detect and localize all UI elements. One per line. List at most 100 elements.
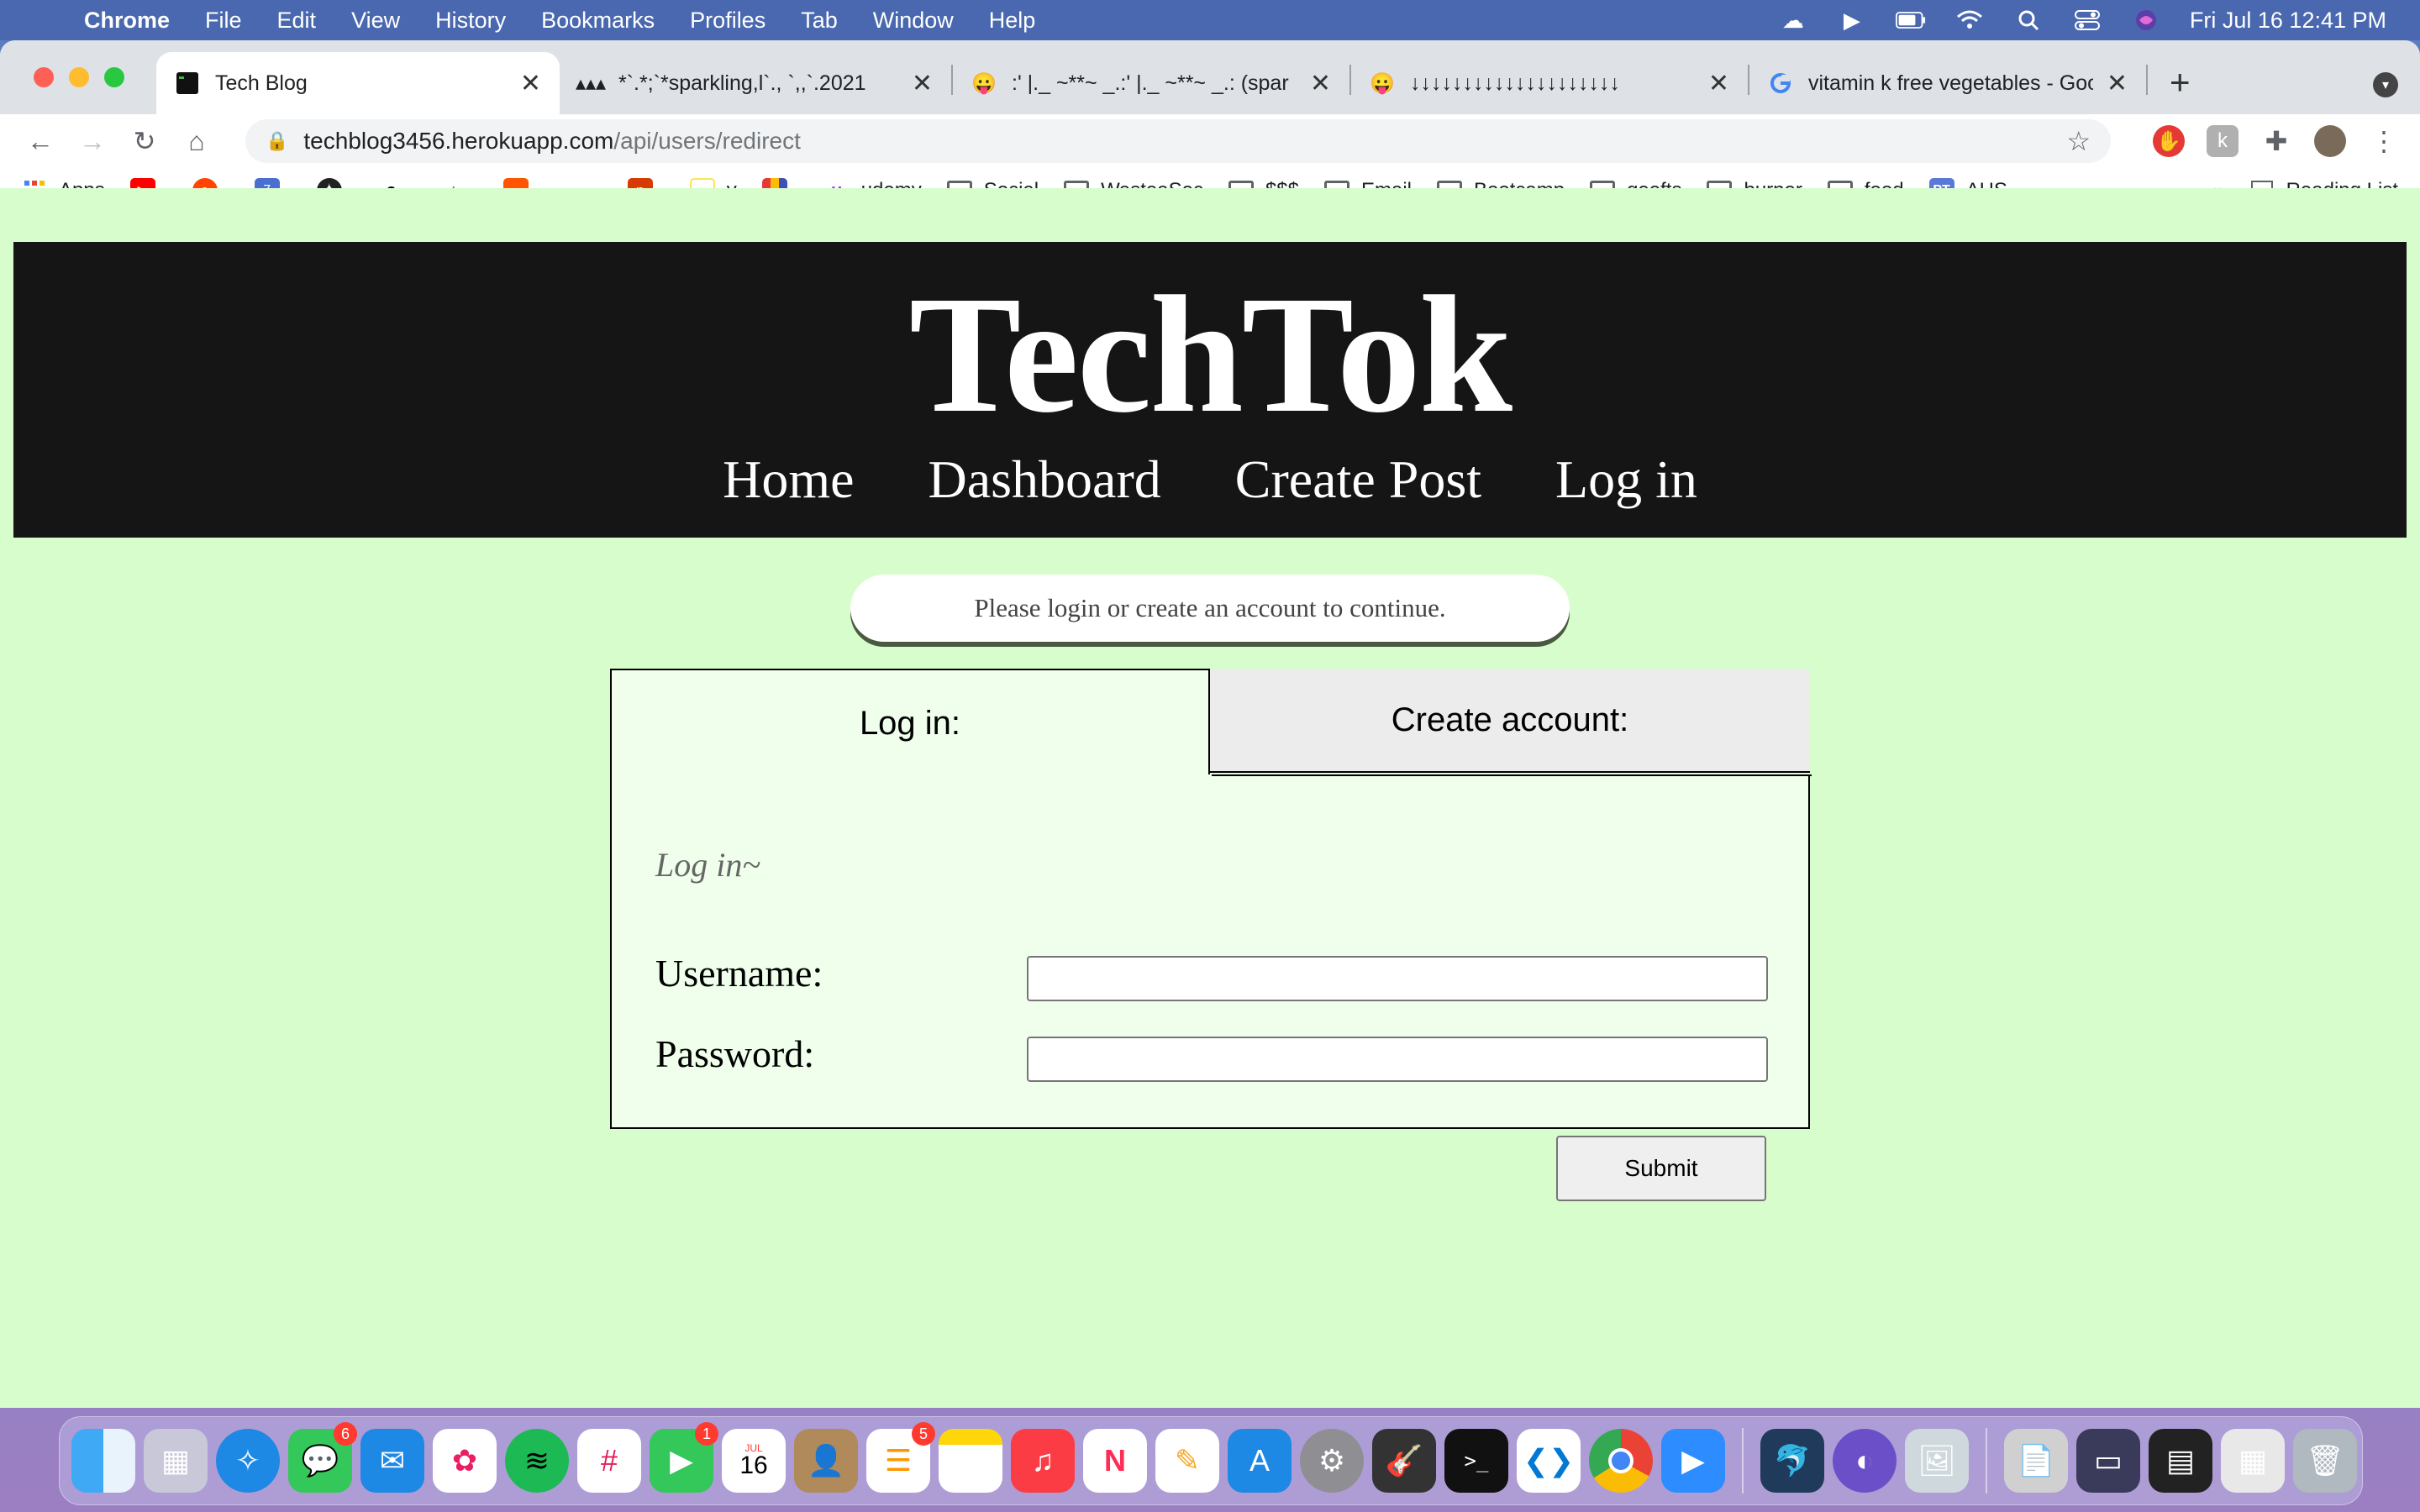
garageband-icon[interactable]: 🎸 [1372,1429,1436,1493]
battery-icon[interactable] [1895,8,1926,33]
tab-create-account[interactable]: Create account: [1210,669,1810,773]
minimize-window-button[interactable] [69,67,89,87]
reminders-badge: 5 [912,1422,935,1446]
menu-help[interactable]: Help [989,8,1036,34]
username-input[interactable] [1027,956,1768,1001]
documents-stack-icon[interactable]: ▦ [2221,1429,2285,1493]
photos-icon[interactable]: ✿ [433,1429,497,1493]
panel-divider [1212,774,1812,776]
browser-toolbar: ← → ↻ ⌂ 🔒 techblog3456.herokuapp.com/api… [0,114,2420,168]
play-icon[interactable]: ▶ [1837,8,1867,33]
spotify-icon[interactable]: ≋ [505,1429,569,1493]
zoom-window-button[interactable] [104,67,124,87]
menu-tab[interactable]: Tab [801,8,838,34]
tab-arrows[interactable]: 😛 ↓↓↓↓↓↓↓↓↓↓↓↓↓↓↓↓↓↓↓↓ ✕ [1351,52,1748,114]
new-tab-button[interactable]: + [2170,62,2191,102]
menu-history[interactable]: History [435,8,506,34]
forward-arrow-icon[interactable]: → [72,126,113,157]
nav-home-link[interactable]: Home [723,449,854,511]
app-store-icon[interactable]: A [1228,1429,1292,1493]
google-icon [1768,71,1793,96]
nav-create-post-link[interactable]: Create Post [1235,449,1481,511]
reload-icon[interactable]: ↻ [124,125,165,157]
tab-google-search[interactable]: vitamin k free vegetables - Goo ✕ [1749,52,2146,114]
site-title: TechTok [908,262,1512,448]
login-form-heading: Log in~ [655,846,760,884]
close-tab-icon[interactable]: ✕ [912,69,933,98]
home-icon[interactable]: ⌂ [176,126,217,157]
close-tab-icon[interactable]: ✕ [1310,69,1331,98]
menu-file[interactable]: File [205,8,242,34]
news-icon[interactable]: N [1083,1429,1147,1493]
tab-login[interactable]: Log in: [610,669,1210,776]
lock-icon[interactable]: 🔒 [266,130,288,152]
reminders-icon[interactable]: ☰ 5 [866,1422,935,1493]
creative-cloud-icon[interactable]: ☁ [1778,8,1808,33]
safari-icon[interactable]: ✧ [216,1429,280,1493]
calendar-icon[interactable]: JUL 16 [722,1429,786,1493]
tab-search-icon[interactable]: ▾ [2373,72,2398,97]
site-header: TechTok Home Dashboard Create Post Log i… [13,242,2407,538]
menu-bookmarks[interactable]: Bookmarks [541,8,655,34]
submit-button[interactable]: Submit [1556,1136,1766,1201]
music-icon[interactable]: ♫ [1011,1429,1075,1493]
pages-icon[interactable]: ✎ [1155,1429,1219,1493]
chrome-icon[interactable] [1589,1429,1653,1493]
trash-icon[interactable]: 🗑 [2293,1429,2357,1493]
control-center-icon[interactable] [2072,8,2102,33]
finder-icon[interactable] [71,1429,135,1493]
extensions-puzzle-icon[interactable]: ✚ [2260,125,2292,157]
vscode-icon[interactable]: ❮❯ [1517,1429,1581,1493]
spotlight-search-icon[interactable] [2013,8,2044,33]
kebab-menu-icon[interactable]: ⋮ [2368,125,2400,157]
extension-k-icon[interactable]: k [2207,125,2238,157]
address-bar[interactable]: 🔒 techblog3456.herokuapp.com/api/users/r… [245,119,2111,163]
close-window-button[interactable] [34,67,54,87]
facetime-icon[interactable]: ▶ 1 [650,1422,718,1493]
system-preferences-icon[interactable]: ⚙ [1300,1429,1364,1493]
menu-clock[interactable]: Fri Jul 16 12:41 PM [2190,8,2386,34]
menu-app-name[interactable]: Chrome [84,8,170,34]
bookmark-star-icon[interactable]: ☆ [2066,125,2091,157]
recent-window-icon[interactable]: ▭ [2076,1429,2140,1493]
profile-avatar[interactable] [2314,125,2346,157]
back-arrow-icon[interactable]: ← [20,126,60,157]
menu-window[interactable]: Window [873,8,954,34]
mysql-workbench-icon[interactable]: 🐬 [1760,1429,1824,1493]
password-label: Password: [655,1032,815,1075]
downloads-folder-icon[interactable]: 📄 [2004,1429,2068,1493]
tab-sparkling[interactable]: ▴▴▴ *`.*;`*sparkling,l`., `,,`.2021 ✕ [560,52,951,114]
nav-dashboard-link[interactable]: Dashboard [929,449,1161,511]
insomnia-icon[interactable]: ◐ [1833,1429,1897,1493]
notes-icon[interactable] [939,1429,1002,1493]
nav-login-link[interactable]: Log in [1555,449,1697,511]
tab-sparkle-text[interactable]: 😛 :' |._ ~**~ _.:' |._ ~**~ _.: (spar ✕ [953,52,1349,114]
siri-icon[interactable] [2131,8,2161,33]
slack-icon[interactable]: # [577,1429,641,1493]
password-input[interactable] [1027,1037,1768,1082]
site-nav: Home Dashboard Create Post Log in [13,449,2407,511]
dock-separator [1986,1428,1987,1494]
preview-icon[interactable]: 🖼 [1905,1429,1969,1493]
tab-tech-blog[interactable]: Tech Blog ✕ [156,52,560,114]
menu-profiles[interactable]: Profiles [690,8,765,34]
mail-icon[interactable]: ✉ [360,1429,424,1493]
close-tab-icon[interactable]: ✕ [2107,69,2128,98]
messages-badge: 6 [334,1422,357,1446]
wifi-icon[interactable] [1954,8,1985,33]
menu-view[interactable]: View [351,8,400,34]
screenshot-stack-icon[interactable]: ▤ [2149,1429,2212,1493]
macos-dock: ▦ ✧ 💬 6 ✉ ✿ ≋ # ▶ 1 JUL 16 👤 ☰ 5 ♫ N ✎ A ⚙ … [59,1416,2363,1505]
tab-separator [2146,65,2148,95]
messages-icon[interactable]: 💬 6 [288,1422,357,1493]
menu-edit[interactable]: Edit [277,8,317,34]
zoom-icon[interactable]: ▶ [1661,1429,1725,1493]
facetime-badge: 1 [695,1422,718,1446]
adblock-icon[interactable]: ✋ [2153,125,2185,157]
contacts-icon[interactable]: 👤 [794,1429,858,1493]
terminal-app-icon[interactable]: >_ [1444,1429,1508,1493]
status-area: ☁ ▶ Fri Jul 16 12:41 PM [1778,8,2420,34]
close-tab-icon[interactable]: ✕ [520,69,541,98]
launchpad-icon[interactable]: ▦ [144,1429,208,1493]
close-tab-icon[interactable]: ✕ [1708,69,1729,98]
